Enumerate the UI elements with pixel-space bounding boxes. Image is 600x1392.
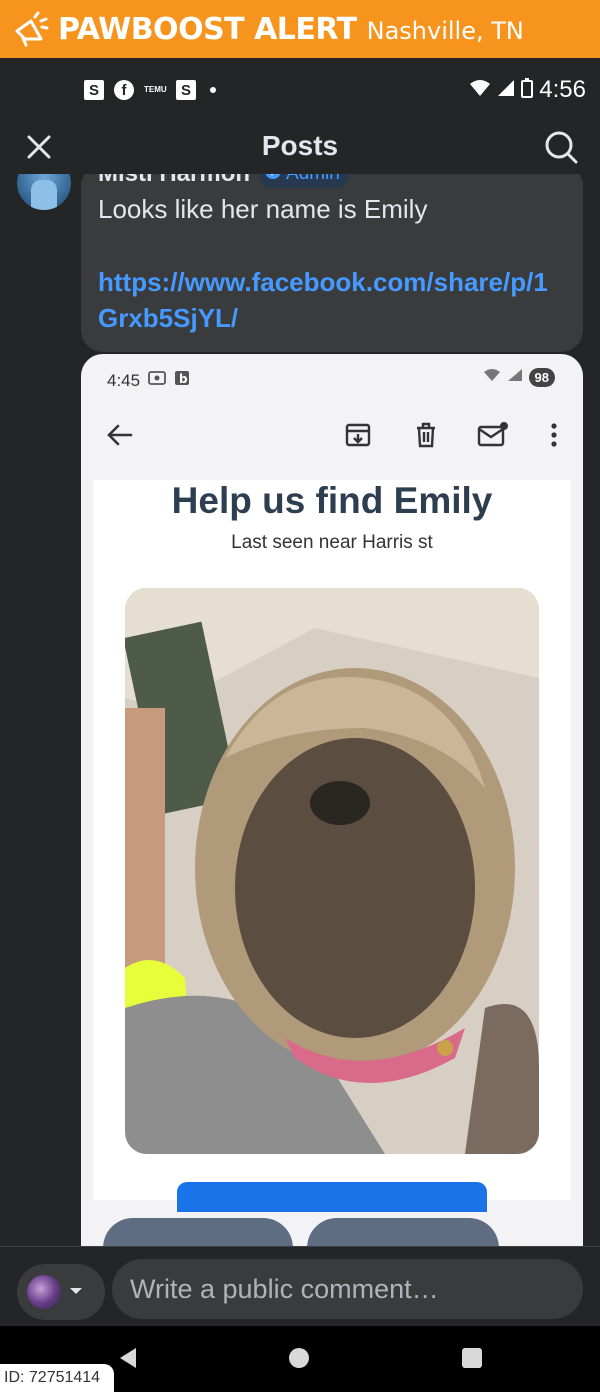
- signal-icon: [497, 79, 515, 102]
- inner-signal-icon: [507, 368, 523, 387]
- inner-wifi-icon: [483, 368, 501, 387]
- comment-link[interactable]: https://www.facebook.com/share/p/1Grxb5S…: [98, 264, 568, 336]
- megaphone-icon: [8, 6, 54, 52]
- posts-header: Posts: [0, 124, 600, 174]
- watermark-id: ID: 72751414: [0, 1364, 114, 1392]
- status-bar: S f TEMU S 4:56: [0, 58, 600, 124]
- svg-text:b: b: [179, 372, 188, 386]
- inner-status-bar: 4:45 b: [107, 370, 190, 391]
- attached-screenshot[interactable]: 4:45 b 98 Help us find Emily Last seen n…: [81, 354, 583, 1246]
- temu-icon: TEMU: [144, 85, 167, 94]
- notification-icon: S: [84, 80, 104, 100]
- lost-pet-flyer: Help us find Emily Last seen near Harris…: [93, 480, 571, 1212]
- more-notifications-dot: [210, 87, 216, 93]
- inner-email-toolbar: [81, 414, 583, 458]
- comment-thread: Misti Harmon Admin Looks like her name i…: [0, 174, 600, 1246]
- inner-reply-button: [103, 1218, 293, 1246]
- flyer-subtitle: Last seen near Harris st: [231, 532, 433, 553]
- status-time: 4:56: [539, 76, 586, 103]
- avatar: [27, 1275, 61, 1309]
- more-vert-icon: [539, 420, 569, 450]
- flyer-title: Help us find Emily: [171, 480, 493, 521]
- search-icon[interactable]: [544, 130, 578, 164]
- admin-badge-label: Admin: [286, 174, 340, 185]
- comment-bubble: Misti Harmon Admin Looks like her name i…: [81, 174, 583, 352]
- back-icon[interactable]: [118, 1346, 138, 1375]
- inner-status-time: 4:45: [107, 370, 141, 390]
- notification-icon: S: [176, 80, 196, 100]
- facebook-icon: f: [114, 80, 134, 100]
- page-title: Posts: [261, 130, 339, 161]
- comment-composer: [0, 1246, 600, 1326]
- home-icon[interactable]: [289, 1348, 309, 1368]
- inner-forward-button: [307, 1218, 499, 1246]
- archive-icon: [343, 420, 373, 450]
- comment-author[interactable]: Misti Harmon: [98, 174, 250, 188]
- trash-icon: [411, 420, 441, 450]
- recents-icon[interactable]: [462, 1348, 482, 1368]
- comment-text: Looks like her name is Emily: [98, 194, 428, 224]
- comment-input[interactable]: [112, 1259, 583, 1319]
- screenshot-icon: [148, 370, 166, 391]
- check-icon: [264, 174, 282, 186]
- flyer-action-button: [177, 1182, 487, 1212]
- caret-down-icon: [69, 1283, 83, 1301]
- banner-brand: PAWBOOST ALERT: [58, 11, 357, 47]
- battery-icon: [521, 77, 534, 103]
- wifi-icon: [469, 79, 491, 102]
- inner-battery-badge: 98: [528, 368, 555, 387]
- pawboost-banner: PAWBOOST ALERT Nashville, TN: [0, 0, 600, 58]
- b-app-icon: b: [174, 370, 190, 391]
- dog-photo: [125, 588, 539, 1154]
- profile-switcher[interactable]: [17, 1264, 105, 1320]
- avatar[interactable]: [17, 174, 71, 210]
- admin-badge: Admin: [258, 174, 350, 188]
- back-arrow-icon: [105, 420, 135, 450]
- banner-location: Nashville, TN: [366, 17, 524, 45]
- mark-unread-icon: [477, 420, 508, 450]
